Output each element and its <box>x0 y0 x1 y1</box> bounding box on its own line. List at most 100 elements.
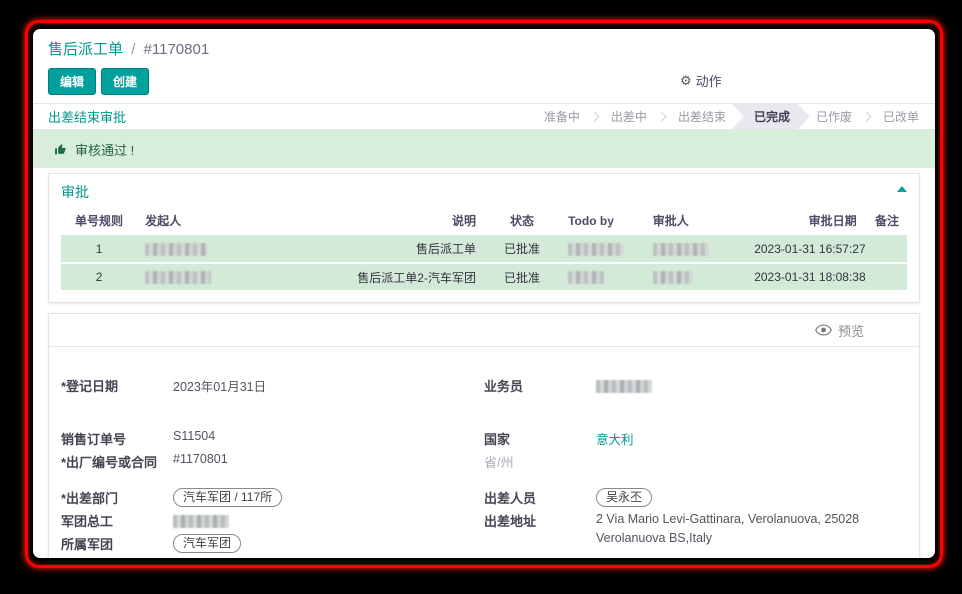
field-label: *出差部门 <box>61 486 173 507</box>
field-state-province: 省/州 <box>484 450 887 473</box>
field-value <box>173 509 229 531</box>
field-label: 业务员 <box>484 374 596 395</box>
preview-toggle[interactable]: 预览 <box>49 314 919 347</box>
col-approver: 审批人 <box>645 206 747 235</box>
field-country: 国家 意大利 <box>484 427 887 450</box>
action-menu-label: 动作 <box>696 71 722 90</box>
breadcrumb-record-id: #1170801 <box>144 41 210 58</box>
cell-remark <box>865 235 907 263</box>
gear-icon: ⚙ <box>680 73 692 89</box>
stage-trip-ended[interactable]: 出差结束 <box>674 104 730 129</box>
stage-order-changed[interactable]: 已改单 <box>879 104 923 129</box>
approval-table-row[interactable]: 2 售后派工单2-汽车军团 已批准 2023-01-31 18:08:38 <box>61 263 907 291</box>
field-sales-order-no: 销售订单号 S11504 <box>61 427 464 450</box>
alert-text: 审核通过 ! <box>75 140 134 159</box>
cell-initiator <box>137 263 281 291</box>
cell-todo-by <box>560 263 645 291</box>
cell-status: 已批准 <box>484 235 560 263</box>
cell-status: 已批准 <box>484 263 560 291</box>
redacted-text <box>568 271 604 284</box>
field-value: 汽车军团 / 117所 <box>173 486 282 507</box>
stage-completed-active[interactable]: 已完成 <box>732 104 810 129</box>
redacted-text <box>568 243 624 256</box>
form-right-column: 业务员 国家 意大利 省/州 <box>484 374 907 558</box>
personnel-pill: 吴永丕 <box>596 488 652 507</box>
breadcrumb: 售后派工单 / #1170801 <box>48 29 920 59</box>
stage-preparing[interactable]: 准备中 <box>540 104 584 129</box>
redacted-text <box>596 380 652 393</box>
breadcrumb-title[interactable]: 售后派工单 <box>48 41 123 58</box>
action-menu-button[interactable]: ⚙ 动作 <box>680 71 722 90</box>
cell-todo-by <box>560 235 645 263</box>
approval-section-title: 审批 <box>61 182 89 202</box>
approval-table-row[interactable]: 1 售后派工单 已批准 2023-01-31 16:57:27 <box>61 235 907 263</box>
field-label: 省/州 <box>484 450 596 471</box>
field-trip-department: *出差部门 汽车军团 / 117所 <box>61 486 464 509</box>
col-sequence-rule: 单号规则 <box>61 206 137 235</box>
eye-icon <box>815 324 832 336</box>
field-value: S11504 <box>173 427 215 443</box>
field-label: 出差人员 <box>484 486 596 507</box>
trip-end-approval-link[interactable]: 出差结束审批 <box>48 107 126 126</box>
field-registration-date: *登记日期 2023年01月31日 <box>61 374 464 397</box>
stage-on-trip[interactable]: 出差中 <box>607 104 651 129</box>
country-link[interactable]: 意大利 <box>596 427 634 448</box>
stage-cancelled[interactable]: 已作废 <box>812 104 856 129</box>
redacted-text <box>173 515 229 528</box>
approval-table-header: 单号规则 发起人 说明 状态 Todo by 审批人 审批日期 备注 <box>61 206 907 235</box>
field-trip-address: 出差地址 2 Via Mario Levi-Gattinara, Verolan… <box>484 509 887 548</box>
form-left-column: *登记日期 2023年01月31日 销售订单号 S11504 *出厂编号或合同 … <box>61 374 484 558</box>
approval-table: 单号规则 发起人 说明 状态 Todo by 审批人 审批日期 备注 1 售后 <box>61 206 907 292</box>
approval-section: 审批 单号规则 发起人 说明 状态 Todo by 审批人 审批日期 备注 <box>48 173 920 303</box>
col-status: 状态 <box>484 206 560 235</box>
field-label: 国家 <box>484 427 596 448</box>
field-value: 2023年01月31日 <box>173 374 266 395</box>
field-legion-chief: 军团总工 <box>61 509 464 532</box>
app-window: 售后派工单 / #1170801 编辑 创建 ⚙ 动作 出差结束审批 准备中 出… <box>33 29 935 558</box>
breadcrumb-separator: / <box>131 41 135 58</box>
field-trip-personnel: 出差人员 吴永丕 <box>484 486 887 509</box>
cell-remark <box>865 263 907 291</box>
thumbs-up-icon <box>54 143 67 156</box>
cell-description: 售后派工单2-汽车军团 <box>281 263 484 291</box>
field-value: 吴永丕 <box>596 486 652 507</box>
approval-passed-alert: 审核通过 ! <box>33 130 935 168</box>
field-label: *登记日期 <box>61 374 173 395</box>
top-bar: 售后派工单 / #1170801 编辑 创建 ⚙ 动作 出差结束审批 准备中 出… <box>33 29 935 168</box>
field-label: 军团总工 <box>61 509 173 530</box>
chevron-separator-icon <box>862 112 872 122</box>
field-label: *出厂编号或合同 <box>61 450 173 471</box>
preview-label: 预览 <box>838 321 864 340</box>
button-row: 编辑 创建 ⚙ 动作 <box>48 68 920 103</box>
field-salesperson: 业务员 <box>484 374 887 397</box>
approval-section-header: 审批 <box>61 182 907 202</box>
form-section: 预览 *登记日期 2023年01月31日 销售订单号 S11504 <box>48 313 920 558</box>
field-legion: 所属军团 汽车军团 <box>61 532 464 555</box>
field-value <box>596 374 652 396</box>
col-remark: 备注 <box>865 206 907 235</box>
edit-button[interactable]: 编辑 <box>48 68 96 95</box>
cell-sequence: 1 <box>61 235 137 263</box>
redacted-text <box>145 243 207 256</box>
form-grid: *登记日期 2023年01月31日 销售订单号 S11504 *出厂编号或合同 … <box>49 347 919 558</box>
cell-approver <box>645 263 747 291</box>
cell-sequence: 2 <box>61 263 137 291</box>
col-approval-date: 审批日期 <box>746 206 864 235</box>
department-pill: 汽车军团 / 117所 <box>173 488 282 507</box>
create-button[interactable]: 创建 <box>101 68 149 95</box>
col-description: 说明 <box>281 206 484 235</box>
chevron-separator-icon <box>589 112 599 122</box>
field-value: 2 Via Mario Levi-Gattinara, Verolanuova,… <box>596 509 881 548</box>
cell-initiator <box>137 235 281 263</box>
field-value: 汽车军团 <box>173 532 241 553</box>
field-label: 所属军团 <box>61 532 173 553</box>
cell-description: 售后派工单 <box>281 235 484 263</box>
redacted-text <box>653 243 709 256</box>
field-label: 销售订单号 <box>61 427 173 448</box>
collapse-caret-up-icon[interactable] <box>897 186 907 192</box>
field-label: 出差地址 <box>484 509 596 530</box>
col-todo-by: Todo by <box>560 206 645 235</box>
cell-approval-date: 2023-01-31 18:08:38 <box>746 263 864 291</box>
redacted-text <box>145 271 211 284</box>
status-bar: 出差结束审批 准备中 出差中 出差结束 已完成 已作废 已改单 <box>33 103 935 130</box>
